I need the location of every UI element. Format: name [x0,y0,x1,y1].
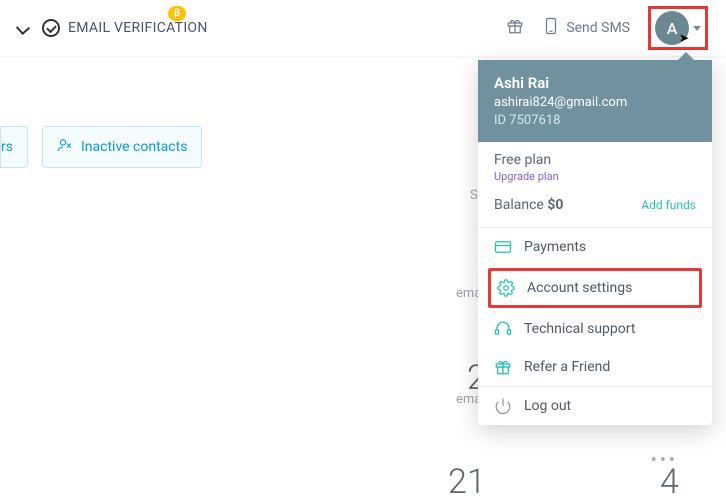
chevron-down-icon [693,26,701,31]
chip-label: rs [1,139,13,155]
user-id: ID 7507618 [494,113,696,128]
user-menu: Ashi Rai ashirai824@gmail.com ID 7507618… [478,60,712,425]
phone-icon [542,17,560,39]
upgrade-plan-link[interactable]: Upgrade plan [494,170,696,183]
letter-s-fragment [16,21,30,35]
menu-item-logout[interactable]: Log out [478,387,712,425]
email-verification-tab[interactable]: EMAIL VERIFICATION [18,19,208,37]
filter-chip-fragment[interactable]: rs [0,126,28,168]
avatar-button[interactable]: A ➤ [648,6,708,50]
menu-item-label: Log out [524,398,571,414]
menu-item-label: Payments [524,239,586,255]
filter-chip-inactive-contacts[interactable]: Inactive contacts [42,126,202,168]
menu-item-payments[interactable]: Payments [478,228,712,266]
plan-section: Free plan Upgrade plan [478,142,712,187]
avatar: A [655,11,689,45]
headset-icon [494,320,512,338]
emails-count: 21 [448,462,486,502]
balance-text: Balance $0 [494,197,563,213]
user-name: Ashi Rai [494,74,696,92]
topbar-right: Send SMS A ➤ [506,6,708,50]
topbar: EMAIL VERIFICATION β Send SMS A ➤ [0,0,726,56]
send-sms-label: Send SMS [566,20,630,36]
gear-icon [497,279,515,297]
send-sms-button[interactable]: Send SMS [542,17,630,39]
stat-fragment: S [470,188,478,203]
more-icon[interactable]: ••• [651,450,678,471]
menu-item-account-settings[interactable]: Account settings [497,277,693,299]
gift-icon [494,358,512,376]
highlight-account-settings: Account settings [488,268,702,308]
user-menu-header: Ashi Rai ashirai824@gmail.com ID 7507618 [478,60,712,142]
balance-row: Balance $0 Add funds [478,187,712,228]
gift-icon[interactable] [506,17,524,39]
plan-name: Free plan [494,152,696,168]
check-circle-icon [42,19,60,37]
user-email: ashirai824@gmail.com [494,95,696,110]
menu-item-label: Refer a Friend [524,359,610,375]
menu-item-technical-support[interactable]: Technical support [478,310,712,348]
email-verification-label: EMAIL VERIFICATION [68,20,208,36]
beta-badge: β [168,6,186,21]
power-icon [494,397,512,415]
filter-chips: rs Inactive contacts [0,126,202,168]
menu-item-label: Technical support [524,321,635,337]
add-funds-link[interactable]: Add funds [641,198,696,212]
credit-card-icon [494,238,512,256]
menu-item-refer-friend[interactable]: Refer a Friend [478,348,712,386]
menu-item-label: Account settings [527,280,632,296]
chip-label: Inactive contacts [81,139,187,155]
user-x-icon [57,137,73,157]
